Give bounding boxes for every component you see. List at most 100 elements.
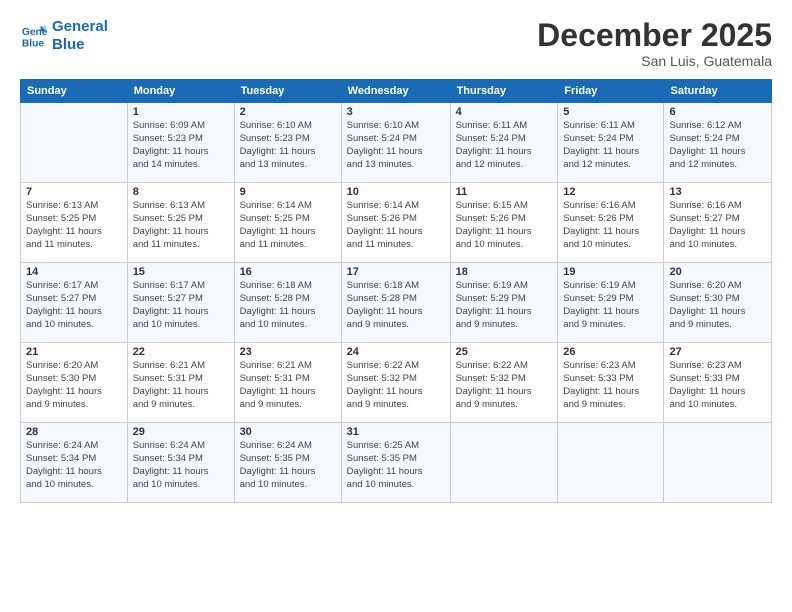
day-number: 24 [347, 346, 445, 358]
calendar-cell: 19 Sunrise: 6:19 AMSunset: 5:29 PMDayligh… [558, 263, 664, 343]
calendar-cell: 6 Sunrise: 6:12 AMSunset: 5:24 PMDaylight… [664, 103, 772, 183]
day-info: Sunrise: 6:10 AMSunset: 5:24 PMDaylight:… [347, 120, 445, 171]
day-number: 18 [456, 266, 553, 278]
calendar-cell [21, 103, 128, 183]
day-number: 26 [563, 346, 658, 358]
day-info: Sunrise: 6:22 AMSunset: 5:32 PMDaylight:… [347, 360, 445, 411]
calendar-cell: 23 Sunrise: 6:21 AMSunset: 5:31 PMDayligh… [234, 343, 341, 423]
day-info: Sunrise: 6:18 AMSunset: 5:28 PMDaylight:… [347, 280, 445, 331]
calendar-cell: 14 Sunrise: 6:17 AMSunset: 5:27 PMDayligh… [21, 263, 128, 343]
day-number: 10 [347, 186, 445, 198]
weekday-header-monday: Monday [127, 80, 234, 103]
calendar-cell: 5 Sunrise: 6:11 AMSunset: 5:24 PMDaylight… [558, 103, 664, 183]
day-number: 2 [240, 106, 336, 118]
day-info: Sunrise: 6:22 AMSunset: 5:32 PMDaylight:… [456, 360, 553, 411]
calendar-cell: 13 Sunrise: 6:16 AMSunset: 5:27 PMDayligh… [664, 183, 772, 263]
calendar-cell: 28 Sunrise: 6:24 AMSunset: 5:34 PMDayligh… [21, 423, 128, 503]
day-info: Sunrise: 6:24 AMSunset: 5:34 PMDaylight:… [133, 440, 229, 491]
day-number: 11 [456, 186, 553, 198]
calendar-week-row: 7 Sunrise: 6:13 AMSunset: 5:25 PMDaylight… [21, 183, 772, 263]
day-info: Sunrise: 6:21 AMSunset: 5:31 PMDaylight:… [240, 360, 336, 411]
calendar-cell: 10 Sunrise: 6:14 AMSunset: 5:26 PMDayligh… [341, 183, 450, 263]
day-info: Sunrise: 6:12 AMSunset: 5:24 PMDaylight:… [669, 120, 766, 171]
day-number: 22 [133, 346, 229, 358]
day-number: 12 [563, 186, 658, 198]
day-number: 3 [347, 106, 445, 118]
day-number: 30 [240, 426, 336, 438]
weekday-header-row: SundayMondayTuesdayWednesdayThursdayFrid… [21, 80, 772, 103]
calendar-cell: 1Sunrise: 6:09 AMSunset: 5:23 PMDaylight… [127, 103, 234, 183]
day-number: 8 [133, 186, 229, 198]
day-info: Sunrise: 6:21 AMSunset: 5:31 PMDaylight:… [133, 360, 229, 411]
day-info: Sunrise: 6:17 AMSunset: 5:27 PMDaylight:… [26, 280, 122, 331]
svg-text:Blue: Blue [22, 38, 45, 49]
day-info: Sunrise: 6:14 AMSunset: 5:26 PMDaylight:… [347, 200, 445, 251]
day-info: Sunrise: 6:11 AMSunset: 5:24 PMDaylight:… [563, 120, 658, 171]
day-info: Sunrise: 6:11 AMSunset: 5:24 PMDaylight:… [456, 120, 553, 171]
day-info: Sunrise: 6:14 AMSunset: 5:25 PMDaylight:… [240, 200, 336, 251]
header: General Blue General Blue December 2025 … [20, 18, 772, 69]
day-number: 31 [347, 426, 445, 438]
calendar-cell: 12Sunrise: 6:16 AMSunset: 5:26 PMDayligh… [558, 183, 664, 263]
calendar-cell: 27 Sunrise: 6:23 AMSunset: 5:33 PMDayligh… [664, 343, 772, 423]
day-info: Sunrise: 6:13 AMSunset: 5:25 PMDaylight:… [133, 200, 229, 251]
calendar-cell: 15 Sunrise: 6:17 AMSunset: 5:27 PMDayligh… [127, 263, 234, 343]
day-number: 20 [669, 266, 766, 278]
day-info: Sunrise: 6:20 AMSunset: 5:30 PMDaylight:… [26, 360, 122, 411]
day-number: 27 [669, 346, 766, 358]
day-info: Sunrise: 6:23 AMSunset: 5:33 PMDaylight:… [669, 360, 766, 411]
calendar-cell: 2 Sunrise: 6:10 AMSunset: 5:23 PMDaylight… [234, 103, 341, 183]
day-number: 21 [26, 346, 122, 358]
calendar-cell: 22 Sunrise: 6:21 AMSunset: 5:31 PMDayligh… [127, 343, 234, 423]
day-info: Sunrise: 6:24 AMSunset: 5:34 PMDaylight:… [26, 440, 122, 491]
calendar-cell: 7Sunrise: 6:13 AMSunset: 5:25 PMDaylight… [21, 183, 128, 263]
calendar-week-row: 28 Sunrise: 6:24 AMSunset: 5:34 PMDayligh… [21, 423, 772, 503]
day-number: 16 [240, 266, 336, 278]
day-number: 6 [669, 106, 766, 118]
day-info: Sunrise: 6:25 AMSunset: 5:35 PMDaylight:… [347, 440, 445, 491]
day-info: Sunrise: 6:10 AMSunset: 5:23 PMDaylight:… [240, 120, 336, 171]
day-number: 9 [240, 186, 336, 198]
calendar-cell: 29 Sunrise: 6:24 AMSunset: 5:34 PMDayligh… [127, 423, 234, 503]
weekday-header-thursday: Thursday [450, 80, 558, 103]
calendar-week-row: 21 Sunrise: 6:20 AMSunset: 5:30 PMDayligh… [21, 343, 772, 423]
weekday-header-sunday: Sunday [21, 80, 128, 103]
day-number: 19 [563, 266, 658, 278]
page: General Blue General Blue December 2025 … [0, 0, 792, 612]
calendar-cell [558, 423, 664, 503]
day-number: 5 [563, 106, 658, 118]
day-number: 15 [133, 266, 229, 278]
logo-line1: General [52, 18, 108, 35]
calendar-cell: 11Sunrise: 6:15 AMSunset: 5:26 PMDayligh… [450, 183, 558, 263]
weekday-header-friday: Friday [558, 80, 664, 103]
weekday-header-tuesday: Tuesday [234, 80, 341, 103]
month-title: December 2025 [537, 18, 772, 53]
calendar-table: SundayMondayTuesdayWednesdayThursdayFrid… [20, 79, 772, 503]
day-number: 13 [669, 186, 766, 198]
day-number: 29 [133, 426, 229, 438]
title-block: December 2025 San Luis, Guatemala [537, 18, 772, 69]
calendar-cell: 24 Sunrise: 6:22 AMSunset: 5:32 PMDayligh… [341, 343, 450, 423]
day-number: 14 [26, 266, 122, 278]
calendar-cell [450, 423, 558, 503]
weekday-header-wednesday: Wednesday [341, 80, 450, 103]
day-number: 17 [347, 266, 445, 278]
day-info: Sunrise: 6:17 AMSunset: 5:27 PMDaylight:… [133, 280, 229, 331]
calendar-cell: 8 Sunrise: 6:13 AMSunset: 5:25 PMDaylight… [127, 183, 234, 263]
calendar-cell: 17 Sunrise: 6:18 AMSunset: 5:28 PMDayligh… [341, 263, 450, 343]
day-number: 28 [26, 426, 122, 438]
day-number: 7 [26, 186, 122, 198]
day-info: Sunrise: 6:20 AMSunset: 5:30 PMDaylight:… [669, 280, 766, 331]
logo-line2: Blue [52, 36, 85, 53]
calendar-cell: 4 Sunrise: 6:11 AMSunset: 5:24 PMDaylight… [450, 103, 558, 183]
day-info: Sunrise: 6:24 AMSunset: 5:35 PMDaylight:… [240, 440, 336, 491]
location: San Luis, Guatemala [537, 53, 772, 69]
day-number: 23 [240, 346, 336, 358]
day-info: Sunrise: 6:19 AMSunset: 5:29 PMDaylight:… [456, 280, 553, 331]
day-number: 4 [456, 106, 553, 118]
day-number: 1 [133, 106, 229, 118]
day-info: Sunrise: 6:19 AMSunset: 5:29 PMDaylight:… [563, 280, 658, 331]
day-info: Sunrise: 6:16 AMSunset: 5:27 PMDaylight:… [669, 200, 766, 251]
logo-icon: General Blue [20, 22, 48, 50]
calendar-cell: 18 Sunrise: 6:19 AMSunset: 5:29 PMDayligh… [450, 263, 558, 343]
